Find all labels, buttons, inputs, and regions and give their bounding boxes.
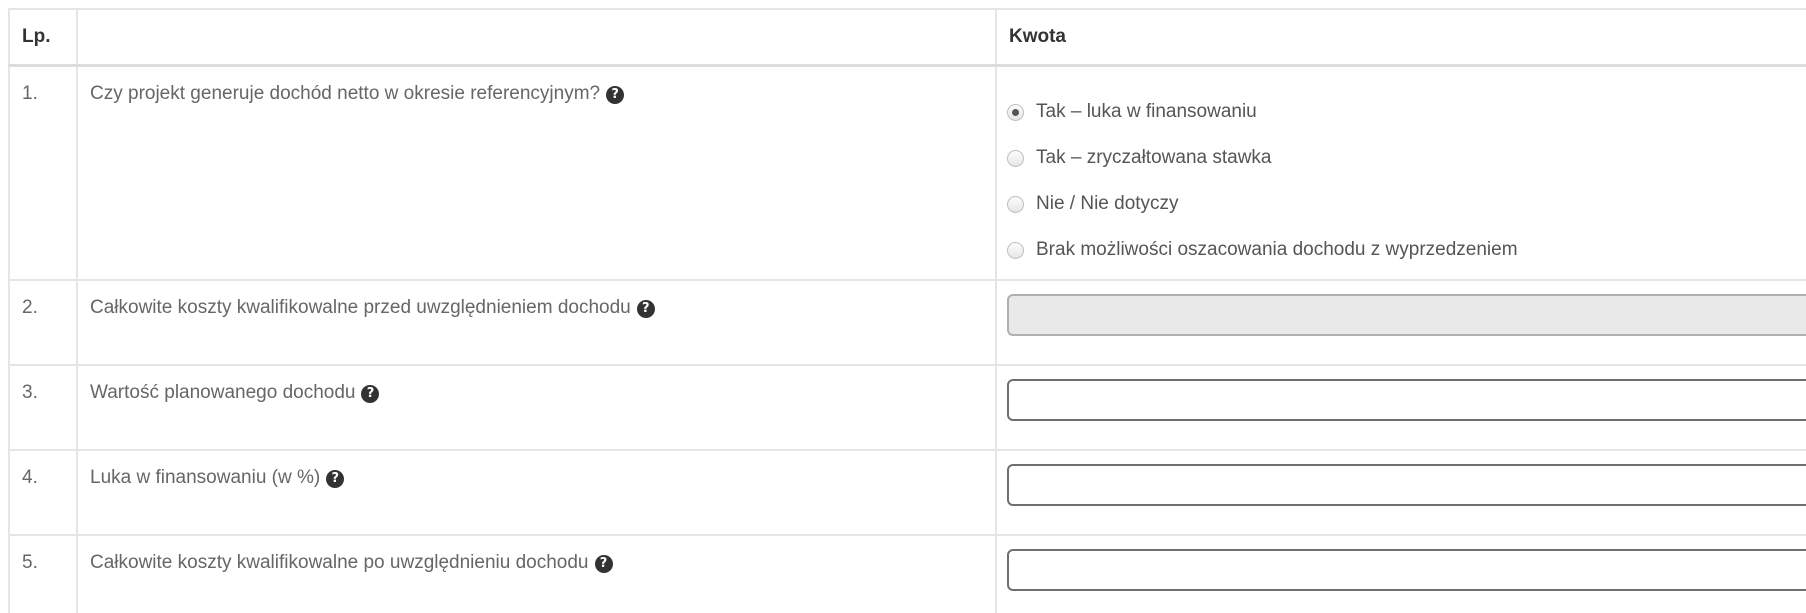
- amount-cell: [995, 534, 1806, 613]
- radio-option-funding-gap[interactable]: Tak – luka w finansowaniu: [1007, 89, 1806, 135]
- table-row-costs-after-income: 5. Całkowite koszty kwalifikowalne po uw…: [8, 534, 1806, 613]
- amount-cell: [995, 364, 1806, 451]
- radio-option-label: Nie / Nie dotyczy: [1036, 193, 1179, 214]
- question-circle-icon[interactable]: ?: [594, 555, 613, 573]
- radio-button[interactable]: [1007, 195, 1024, 213]
- radio-option-cannot-estimate[interactable]: Brak możliwości oszacowania dochodu z wy…: [1007, 227, 1806, 273]
- net-income-radio-group: Tak – luka w finansowaniu Tak – zryczałt…: [1007, 67, 1806, 273]
- radio-button[interactable]: [1007, 149, 1024, 167]
- row-label-cell: Wartość planowanego dochodu?: [76, 364, 997, 451]
- page: Lp. Kwota 1. Czy projekt generuje dochód…: [0, 0, 1806, 613]
- question-circle-icon[interactable]: ?: [326, 470, 345, 488]
- radio-option-label: Brak możliwości oszacowania dochodu z wy…: [1036, 239, 1518, 260]
- radio-option-flat-rate[interactable]: Tak – zryczałtowana stawka: [1007, 135, 1806, 181]
- row-number: 2.: [8, 279, 78, 366]
- row-label: Luka w finansowaniu (w %): [90, 467, 321, 488]
- header-description: [76, 8, 997, 67]
- row-label: Całkowite koszty kwalifikowalne przed uw…: [90, 297, 631, 318]
- radio-option-label: Tak – zryczałtowana stawka: [1036, 147, 1272, 168]
- table-row-funding-gap-percent: 4. Luka w finansowaniu (w %)?: [8, 449, 1806, 536]
- amount-cell: [995, 449, 1806, 536]
- header-lp: Lp.: [8, 8, 78, 67]
- question-circle-icon[interactable]: ?: [606, 86, 625, 104]
- row-label: Całkowite koszty kwalifikowalne po uwzgl…: [90, 552, 589, 573]
- table-row-net-income-question: 1. Czy projekt generuje dochód netto w o…: [8, 64, 1806, 281]
- table-row-planned-income: 3. Wartość planowanego dochodu?: [8, 364, 1806, 451]
- row-number: 1.: [8, 64, 78, 281]
- radio-button-selected[interactable]: [1007, 103, 1024, 121]
- amount-cell: [995, 279, 1806, 366]
- income-table: Lp. Kwota 1. Czy projekt generuje dochód…: [8, 8, 1806, 613]
- question-circle-icon[interactable]: ?: [636, 300, 655, 318]
- radio-button[interactable]: [1007, 241, 1024, 259]
- row-label-cell: Całkowite koszty kwalifikowalne po uwzgl…: [76, 534, 997, 613]
- row-number: 5.: [8, 534, 78, 613]
- planned-income-field[interactable]: [1007, 379, 1806, 421]
- row-label-cell: Całkowite koszty kwalifikowalne przed uw…: [76, 279, 997, 366]
- row-label-cell: Luka w finansowaniu (w %)?: [76, 449, 997, 536]
- row-number: 3.: [8, 364, 78, 451]
- radio-option-label: Tak – luka w finansowaniu: [1036, 101, 1257, 122]
- amount-cell: Tak – luka w finansowaniu Tak – zryczałt…: [995, 64, 1806, 281]
- header-amount: Kwota: [995, 8, 1806, 67]
- row-label: Czy projekt generuje dochód netto w okre…: [90, 83, 601, 104]
- row-number: 4.: [8, 449, 78, 536]
- costs-after-income-field[interactable]: [1007, 549, 1806, 591]
- funding-gap-percent-field[interactable]: [1007, 464, 1806, 506]
- radio-option-not-applicable[interactable]: Nie / Nie dotyczy: [1007, 181, 1806, 227]
- row-label: Wartość planowanego dochodu: [90, 382, 356, 403]
- table-header-row: Lp. Kwota: [8, 8, 1806, 67]
- row-label-cell: Czy projekt generuje dochód netto w okre…: [76, 64, 997, 281]
- table-row-costs-before-income: 2. Całkowite koszty kwalifikowalne przed…: [8, 279, 1806, 366]
- question-circle-icon[interactable]: ?: [361, 385, 380, 403]
- costs-before-income-field: [1007, 294, 1806, 336]
